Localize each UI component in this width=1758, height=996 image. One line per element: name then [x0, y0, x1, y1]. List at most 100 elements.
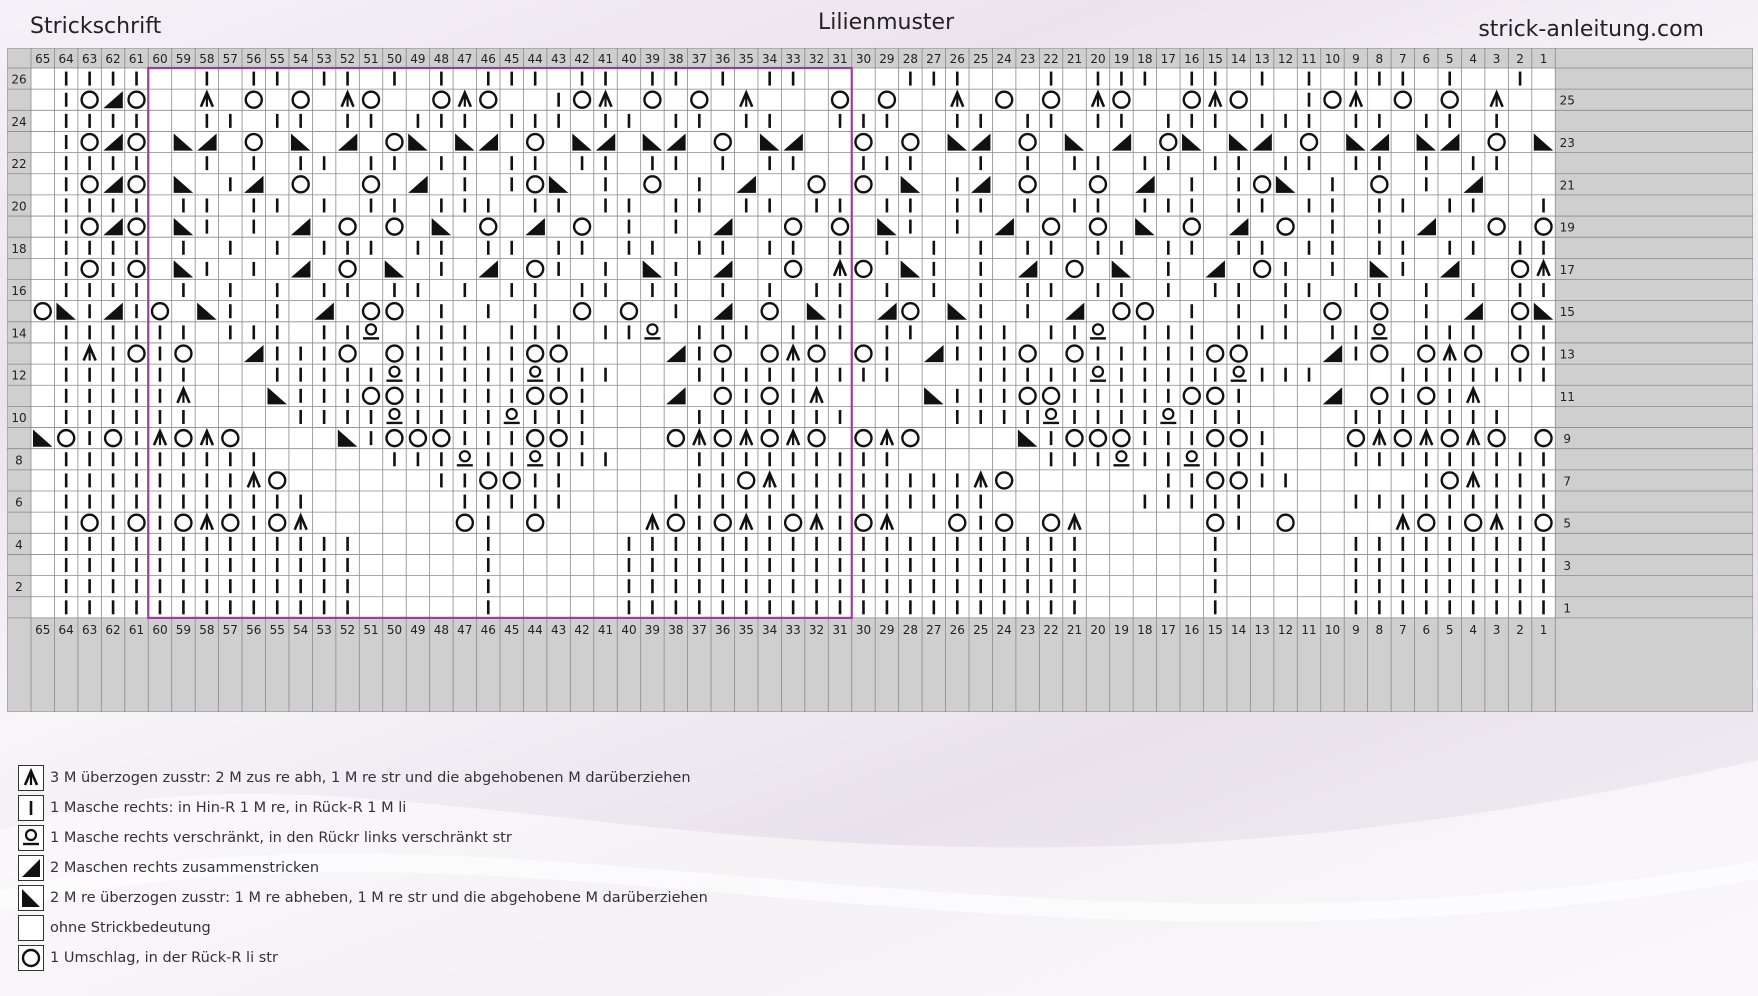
- column-number-top: 29: [879, 52, 894, 66]
- column-number-bottom: 58: [199, 623, 214, 637]
- column-number-bottom: 9: [1352, 623, 1360, 637]
- column-number-bottom: 14: [1231, 623, 1246, 637]
- column-number-bottom: 34: [762, 623, 777, 637]
- yarn-over-icon: [18, 945, 44, 971]
- row-number-left: 4: [15, 538, 23, 552]
- column-number-bottom: 18: [1137, 623, 1152, 637]
- column-number-bottom: 39: [645, 623, 660, 637]
- knitting-chart: 65 65 64 64 63 63 62 62 61 61 60 60 59 59 58 58 57 57 56 56…: [7, 48, 1753, 712]
- row-number-right: 15: [1560, 305, 1575, 319]
- column-number-top: 41: [598, 52, 613, 66]
- row-number-left: 16: [11, 284, 26, 298]
- legend-item: 3 M überzogen zusstr: 2 M zus re abh, 1 …: [18, 764, 708, 792]
- column-number-top: 62: [105, 52, 120, 66]
- column-number-top: 20: [1090, 52, 1105, 66]
- chart-title: Lilienmuster: [818, 10, 955, 35]
- column-number-top: 27: [926, 52, 941, 66]
- column-number-bottom: 46: [481, 623, 496, 637]
- column-number-bottom: 24: [997, 623, 1012, 637]
- no-stitch-icon: [18, 915, 44, 941]
- column-number-top: 60: [152, 52, 167, 66]
- column-number-top: 34: [762, 52, 777, 66]
- column-number-top: 51: [363, 52, 378, 66]
- legend-item: 1 Masche rechts verschränkt, in den Rück…: [18, 824, 708, 852]
- column-number-top: 44: [528, 52, 543, 66]
- column-number-bottom: 25: [973, 623, 988, 637]
- column-number-bottom: 54: [293, 623, 308, 637]
- column-number-top: 37: [692, 52, 707, 66]
- chart-grid: 6565646463636262616160605959585857575656…: [7, 48, 1753, 712]
- column-number-bottom: 10: [1325, 623, 1340, 637]
- row-number-left: 18: [11, 242, 26, 256]
- column-number-top: 19: [1114, 52, 1129, 66]
- column-number-top: 53: [316, 52, 331, 66]
- column-number-top: 40: [621, 52, 636, 66]
- column-number-top: 4: [1469, 52, 1477, 66]
- column-number-bottom: 6: [1422, 623, 1430, 637]
- column-number-top: 7: [1399, 52, 1407, 66]
- brand-label: Strickschrift: [30, 14, 162, 39]
- column-number-top: 61: [129, 52, 144, 66]
- column-number-top: 12: [1278, 52, 1293, 66]
- column-number-bottom: 16: [1184, 623, 1199, 637]
- column-number-top: 5: [1446, 52, 1454, 66]
- column-number-top: 55: [270, 52, 285, 66]
- column-number-top: 42: [574, 52, 589, 66]
- column-number-bottom: 49: [410, 623, 425, 637]
- site-link[interactable]: strick-anleitung.com: [1478, 17, 1704, 42]
- column-number-top: 49: [410, 52, 425, 66]
- column-number-bottom: 35: [739, 623, 754, 637]
- row-number-left: 20: [11, 199, 26, 213]
- row-number-right: 13: [1560, 348, 1575, 362]
- column-number-bottom: 28: [903, 623, 918, 637]
- column-number-top: 21: [1067, 52, 1082, 66]
- double-decrease-icon: [18, 765, 44, 791]
- legend-text: 1 Umschlag, in der Rück-R li str: [50, 950, 278, 966]
- knit-stitch-icon: [18, 795, 44, 821]
- column-number-top: 24: [997, 52, 1012, 66]
- column-number-top: 54: [293, 52, 308, 66]
- row-number-right: 25: [1560, 94, 1575, 108]
- twisted-knit-icon: [18, 825, 44, 851]
- column-number-top: 47: [457, 52, 472, 66]
- column-number-bottom: 59: [176, 623, 191, 637]
- column-number-bottom: 65: [35, 623, 50, 637]
- column-number-bottom: 42: [574, 623, 589, 637]
- column-number-bottom: 21: [1067, 623, 1082, 637]
- column-number-bottom: 61: [129, 623, 144, 637]
- column-number-bottom: 53: [316, 623, 331, 637]
- column-number-top: 26: [950, 52, 965, 66]
- legend-text: 3 M überzogen zusstr: 2 M zus re abh, 1 …: [50, 770, 691, 786]
- row-number-right: 1: [1563, 601, 1571, 615]
- column-number-top: 14: [1231, 52, 1246, 66]
- column-number-top: 3: [1493, 52, 1501, 66]
- column-number-bottom: 3: [1493, 623, 1501, 637]
- row-number-left: 24: [11, 115, 26, 129]
- column-number-bottom: 60: [152, 623, 167, 637]
- legend: 3 M überzogen zusstr: 2 M zus re abh, 1 …: [18, 764, 708, 974]
- column-number-bottom: 31: [832, 623, 847, 637]
- row-number-left: 26: [11, 73, 26, 87]
- column-number-top: 30: [856, 52, 871, 66]
- column-number-bottom: 56: [246, 623, 261, 637]
- column-number-bottom: 26: [950, 623, 965, 637]
- row-number-right: 9: [1563, 432, 1571, 446]
- column-number-top: 2: [1516, 52, 1524, 66]
- column-number-bottom: 12: [1278, 623, 1293, 637]
- row-number-right: 19: [1560, 221, 1575, 235]
- column-number-top: 64: [59, 52, 74, 66]
- row-number-right: 5: [1563, 517, 1571, 531]
- legend-text: 2 M re überzogen zusstr: 1 M re abheben,…: [50, 890, 708, 906]
- row-number-left: 8: [15, 453, 23, 467]
- column-number-top: 52: [340, 52, 355, 66]
- column-number-top: 56: [246, 52, 261, 66]
- column-number-bottom: 23: [1020, 623, 1035, 637]
- column-number-bottom: 45: [504, 623, 519, 637]
- legend-text: 1 Masche rechts: in Hin-R 1 M re, in Rüc…: [50, 800, 407, 816]
- column-number-top: 59: [176, 52, 191, 66]
- column-number-bottom: 51: [363, 623, 378, 637]
- column-number-top: 31: [832, 52, 847, 66]
- column-number-top: 33: [785, 52, 800, 66]
- column-number-top: 65: [35, 52, 50, 66]
- column-number-top: 13: [1254, 52, 1269, 66]
